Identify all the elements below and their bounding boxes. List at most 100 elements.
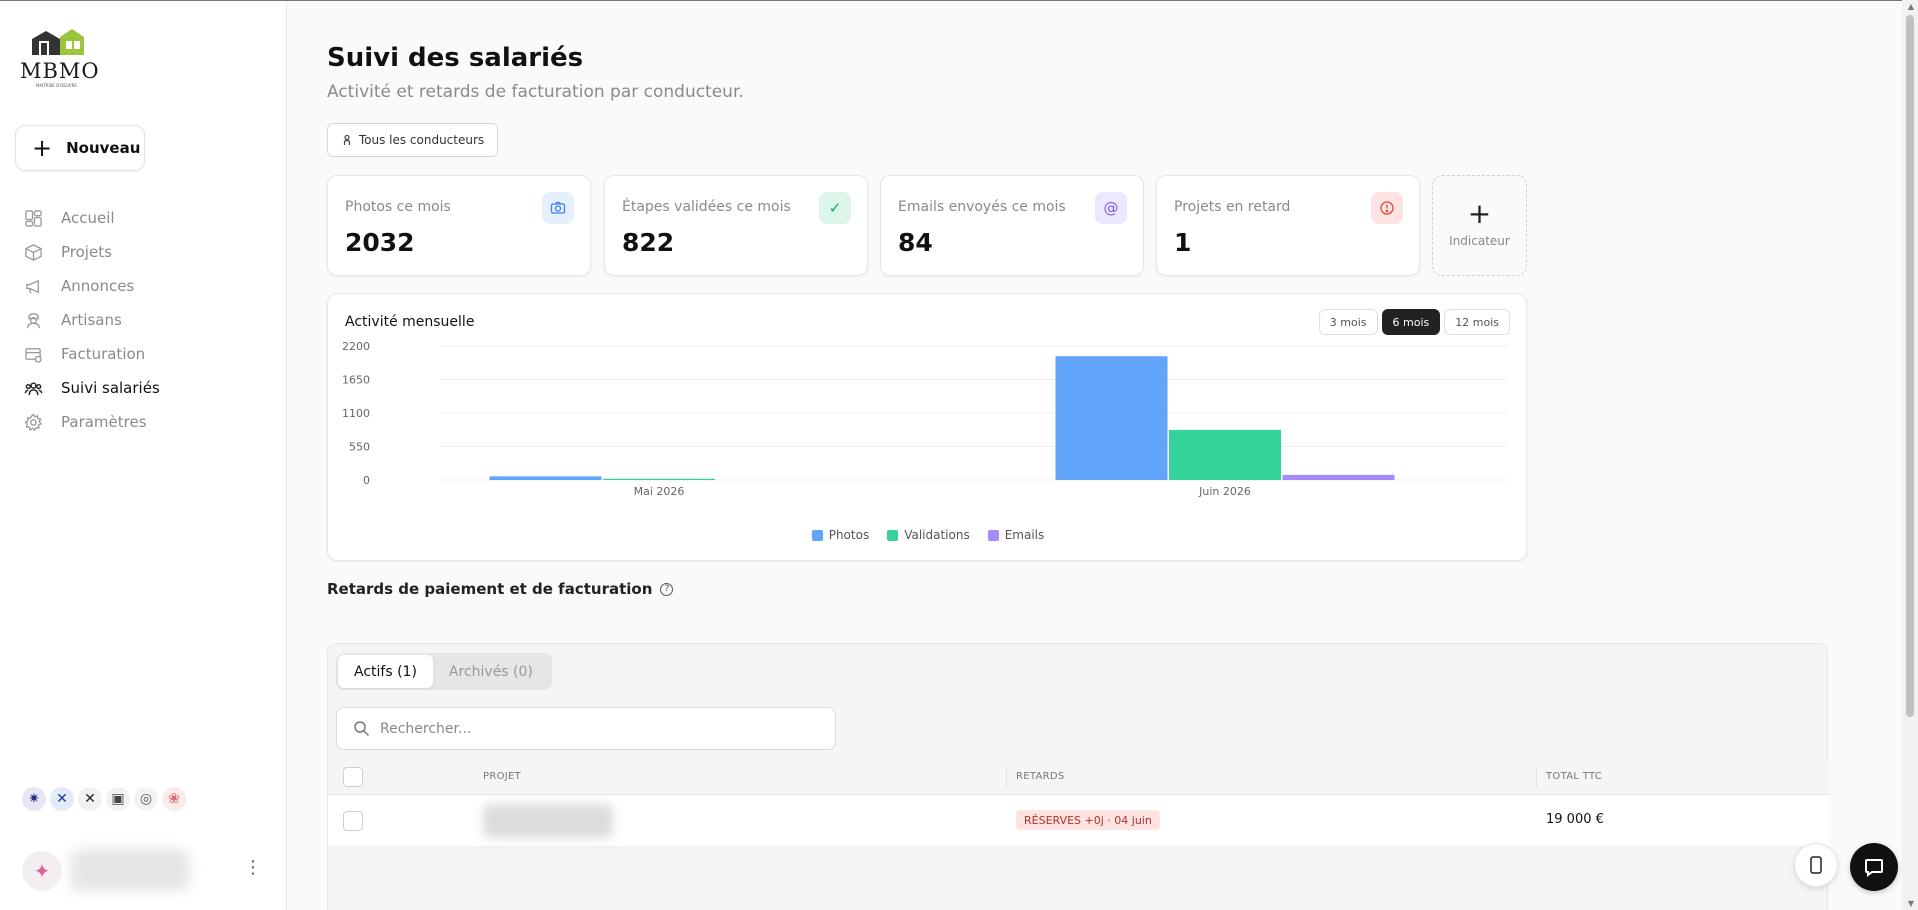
- page-subtitle: Activité et retards de facturation par c…: [327, 82, 744, 102]
- search-input[interactable]: [380, 720, 820, 737]
- kpi-card-late-projects[interactable]: Projets en retard 1: [1156, 175, 1420, 276]
- bar-photos[interactable]: [1055, 356, 1168, 480]
- select-all-checkbox[interactable]: [343, 767, 363, 787]
- gear-icon: [24, 412, 43, 431]
- phone-button[interactable]: [1794, 843, 1838, 887]
- period-6-months[interactable]: 6 mois: [1381, 309, 1441, 335]
- sidebar-item-suivi-salaries[interactable]: Suivi salariés: [24, 371, 160, 405]
- column-header-projet[interactable]: PROJET: [483, 771, 521, 782]
- y-tick-label: 1100: [342, 407, 370, 420]
- y-tick-label: 1650: [342, 374, 370, 387]
- period-selector: 3 mois 6 mois 12 mois: [1318, 309, 1510, 335]
- kpi-card-validations[interactable]: Étapes validées ce mois 822 ✓: [604, 175, 868, 276]
- legend-item-validations[interactable]: Validations: [887, 528, 970, 542]
- column-separator: [1536, 768, 1537, 788]
- users-icon: [24, 381, 43, 395]
- legend-swatch: [887, 529, 899, 541]
- project-name-redacted: [483, 804, 613, 838]
- y-tick-label: 550: [349, 441, 370, 454]
- x-tick-label: Juin 2026: [1198, 485, 1251, 498]
- chat-button[interactable]: [1850, 843, 1898, 891]
- kpi-value: 84: [898, 228, 933, 257]
- scroll-thumb[interactable]: [1906, 15, 1914, 717]
- scroll-up-icon[interactable]: ▲: [1908, 2, 1914, 11]
- tab-archives[interactable]: Archivés (0): [433, 655, 549, 688]
- alert-icon: [1371, 192, 1403, 224]
- sidebar-item-accueil[interactable]: Accueil: [24, 201, 160, 235]
- invoice-icon: [25, 347, 42, 363]
- legend-swatch: [987, 529, 999, 541]
- y-tick-label: 2200: [342, 340, 370, 353]
- sidebar-nav: Accueil Projets Annonces Artisans Factur…: [24, 201, 160, 439]
- company-logo[interactable]: MBMO MAITRISE D'OEUVRE: [20, 27, 110, 93]
- bar-emails[interactable]: [1282, 474, 1395, 480]
- bar-validations[interactable]: [603, 478, 715, 480]
- avatar: ✦: [22, 851, 62, 891]
- sidebar-item-label: Suivi salariés: [61, 379, 160, 397]
- table-row[interactable]: RÉSERVES +0j · 04 juin 19 000 €: [328, 795, 1829, 847]
- kpi-value: 2032: [345, 228, 415, 257]
- kpi-label: Étapes validées ce mois: [622, 199, 791, 215]
- user-profile[interactable]: ✦ ⋮: [22, 849, 262, 891]
- legend-swatch: [811, 529, 823, 541]
- legend-label: Emails: [1004, 528, 1045, 542]
- sidebar-item-annonces[interactable]: Annonces: [24, 269, 160, 303]
- bar-validations[interactable]: [1169, 429, 1281, 480]
- new-button[interactable]: + Nouveau: [15, 125, 145, 171]
- kpi-card-emails[interactable]: Emails envoyés ce mois 84 @: [880, 175, 1144, 276]
- kpi-value: 822: [622, 228, 675, 257]
- dashboard-icon: [25, 209, 42, 227]
- partner-icons: ✷ ✕ ✕ ▣ ◎ ❀: [22, 787, 186, 811]
- box-icon: [25, 243, 42, 261]
- sidebar-item-label: Annonces: [61, 277, 135, 295]
- delay-badge: RÉSERVES +0j · 04 juin: [1016, 810, 1160, 830]
- page-scrollbar[interactable]: ▲ ▼: [1902, 0, 1918, 910]
- user-name-redacted: [70, 849, 190, 891]
- kpi-card-photos[interactable]: Photos ce mois 2032: [327, 175, 591, 276]
- row-checkbox[interactable]: [343, 811, 363, 831]
- partner-logo-icon: ✕: [78, 787, 102, 811]
- house-logo-icon: [32, 29, 84, 55]
- sidebar-item-label: Facturation: [61, 345, 146, 363]
- period-12-months[interactable]: 12 mois: [1444, 309, 1510, 335]
- sidebar: MBMO MAITRISE D'OEUVRE + Nouveau Accueil…: [0, 1, 287, 910]
- kpi-label: Photos ce mois: [345, 199, 451, 215]
- chart-title: Activité mensuelle: [345, 314, 475, 330]
- help-icon[interactable]: ?: [660, 582, 674, 596]
- x-tick-label: Mai 2026: [634, 485, 685, 498]
- driver-filter-button[interactable]: Tous les conducteurs: [327, 123, 498, 157]
- main-content: Suivi des salariés Activité et retards d…: [327, 0, 1897, 910]
- period-3-months[interactable]: 3 mois: [1318, 309, 1378, 335]
- sidebar-item-projets[interactable]: Projets: [24, 235, 160, 269]
- chart-legend: Photos Validations Emails: [328, 528, 1528, 542]
- sidebar-item-parametres[interactable]: Paramètres: [24, 405, 160, 439]
- add-indicator-button[interactable]: + Indicateur: [1432, 175, 1527, 276]
- scroll-down-icon[interactable]: ▼: [1908, 899, 1914, 908]
- tab-actifs[interactable]: Actifs (1): [338, 655, 433, 688]
- sidebar-item-facturation[interactable]: Facturation: [24, 337, 160, 371]
- partner-logo-icon: ✷: [22, 787, 46, 811]
- column-header-retards[interactable]: RETARDS: [1016, 771, 1065, 782]
- page-title: Suivi des salariés: [327, 43, 584, 73]
- table-header: PROJET RETARDS TOTAL TTC: [328, 760, 1829, 795]
- legend-label: Validations: [904, 528, 970, 542]
- bar-photos[interactable]: [489, 476, 602, 480]
- partner-logo-icon: ▣: [106, 787, 130, 811]
- legend-item-photos[interactable]: Photos: [811, 528, 870, 542]
- monthly-activity-chart: Activité mensuelle 3 mois 6 mois 12 mois…: [327, 293, 1527, 561]
- bar-chart: 0 550 1100 1650 2200 Mai 2026 Juin 2026: [342, 340, 1508, 498]
- kpi-value: 1: [1174, 228, 1192, 257]
- megaphone-icon: [26, 279, 39, 293]
- at-icon: @: [1095, 192, 1127, 224]
- sidebar-item-label: Paramètres: [61, 413, 147, 431]
- sidebar-item-artisans[interactable]: Artisans: [24, 303, 160, 337]
- column-header-total[interactable]: TOTAL TTC: [1546, 771, 1602, 782]
- search-icon: [354, 721, 370, 737]
- legend-item-emails[interactable]: Emails: [987, 528, 1045, 542]
- logo-text: MBMO: [20, 59, 100, 83]
- partner-logo-icon: ❀: [162, 787, 186, 811]
- plus-icon: +: [1467, 197, 1492, 230]
- legend-label: Photos: [828, 528, 870, 542]
- delays-title-text: Retards de paiement et de facturation: [327, 580, 653, 598]
- more-vertical-icon[interactable]: ⋮: [244, 857, 262, 878]
